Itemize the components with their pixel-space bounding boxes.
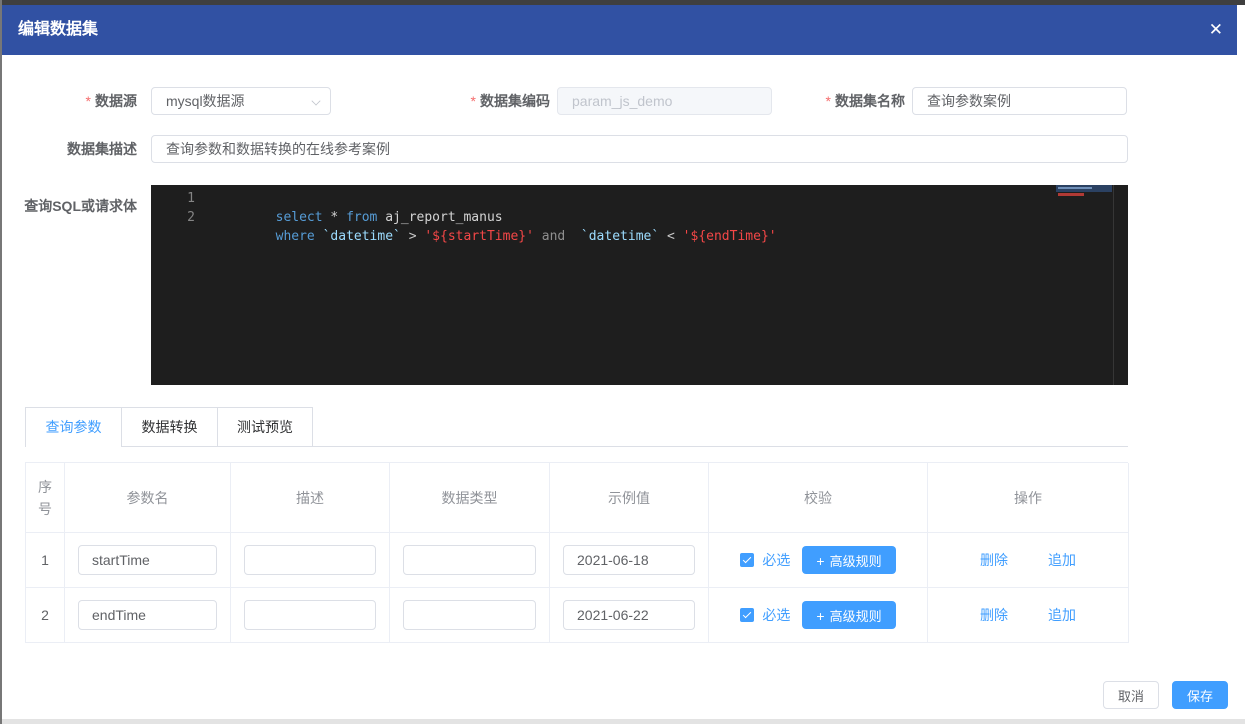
editor-minimap[interactable] xyxy=(1056,185,1112,385)
description-cell xyxy=(231,533,390,588)
append-link[interactable]: 追加 xyxy=(1048,605,1076,625)
required-checkbox-label[interactable]: 必选 xyxy=(762,605,790,625)
save-button[interactable]: 保存 xyxy=(1172,681,1228,709)
required-checkbox[interactable] xyxy=(740,553,754,567)
validation-cell: 必选 +高级规则 xyxy=(709,588,928,643)
actions-cell: 删除 追加 xyxy=(928,588,1129,643)
append-link[interactable]: 追加 xyxy=(1048,550,1076,570)
example-input[interactable] xyxy=(563,545,695,575)
minimap-line-1 xyxy=(1058,187,1092,189)
window-left-edge xyxy=(0,0,2,724)
minimap-line-2 xyxy=(1058,193,1084,196)
dataset-code-field-wrap xyxy=(557,87,772,115)
delete-link[interactable]: 删除 xyxy=(980,605,1008,625)
sql-label: 查询SQL或请求体 xyxy=(0,192,137,220)
delete-link[interactable]: 删除 xyxy=(980,550,1008,570)
required-checkbox[interactable] xyxy=(740,608,754,622)
col-header-description: 描述 xyxy=(231,463,390,533)
params-table: 序号 参数名 描述 数据类型 示例值 校验 操作 1 必选 +高级规则 删除 追… xyxy=(25,462,1128,643)
description-input[interactable] xyxy=(244,545,376,575)
required-asterisk: * xyxy=(826,93,831,109)
edit-dataset-dialog: 编辑数据集 ✕ *数据源 *数据集编码 *数据集名称 数据集描述 查询SQL或请… xyxy=(0,0,1245,724)
tab-bar: 查询参数 数据转换 测试预览 xyxy=(25,407,313,447)
code-lines: 1select * from aj_report_manus 2where `d… xyxy=(151,189,1048,227)
col-header-example: 示例值 xyxy=(550,463,709,533)
col-header-index: 序号 xyxy=(26,463,65,533)
close-icon[interactable]: ✕ xyxy=(1209,5,1223,55)
dialog-title: 编辑数据集 xyxy=(18,5,98,55)
plus-icon: + xyxy=(816,553,824,569)
tab-query-params[interactable]: 查询参数 xyxy=(25,407,121,447)
tab-data-transform[interactable]: 数据转换 xyxy=(121,407,217,446)
row-index: 2 xyxy=(26,588,65,643)
col-header-param-name: 参数名 xyxy=(65,463,231,533)
dataset-name-field-wrap xyxy=(912,87,1127,115)
description-input[interactable] xyxy=(244,600,376,630)
required-checkbox-label[interactable]: 必选 xyxy=(762,550,790,570)
data-type-input[interactable] xyxy=(403,600,536,630)
sql-code-editor[interactable]: 1select * from aj_report_manus 2where `d… xyxy=(151,185,1128,385)
datasource-select[interactable] xyxy=(151,87,331,115)
dataset-desc-field-wrap xyxy=(151,135,1128,163)
dataset-code-label: *数据集编码 xyxy=(400,87,550,115)
editor-scrollbar[interactable] xyxy=(1113,185,1128,385)
dataset-desc-label: 数据集描述 xyxy=(0,135,137,163)
param-name-cell xyxy=(65,533,231,588)
row-index: 1 xyxy=(26,533,65,588)
col-header-actions: 操作 xyxy=(928,463,1129,533)
line-number: 2 xyxy=(151,208,195,227)
col-header-data-type: 数据类型 xyxy=(390,463,550,533)
col-header-validation: 校验 xyxy=(709,463,928,533)
datasource-select-input[interactable] xyxy=(151,87,331,115)
dialog-header: 编辑数据集 ✕ xyxy=(2,5,1237,55)
example-cell xyxy=(550,533,709,588)
description-cell xyxy=(231,588,390,643)
line-number: 1 xyxy=(151,189,195,208)
validation-cell: 必选 +高级规则 xyxy=(709,533,928,588)
actions-cell: 删除 追加 xyxy=(928,533,1129,588)
param-name-cell xyxy=(65,588,231,643)
datasource-label: *数据源 xyxy=(0,87,137,115)
code-line-2: 2where `datetime` > '${startTime}' and `… xyxy=(151,208,1048,227)
code-line-1: 1select * from aj_report_manus xyxy=(151,189,1048,208)
plus-icon: + xyxy=(816,608,824,624)
dataset-name-label: *数据集名称 xyxy=(755,87,905,115)
param-name-input[interactable] xyxy=(78,600,217,630)
dataset-code-field xyxy=(557,87,772,115)
data-type-input[interactable] xyxy=(403,545,536,575)
data-type-cell xyxy=(390,588,550,643)
advanced-rule-button[interactable]: +高级规则 xyxy=(802,546,895,574)
dataset-desc-field[interactable] xyxy=(151,135,1128,163)
required-asterisk: * xyxy=(471,93,476,109)
tab-test-preview[interactable]: 测试预览 xyxy=(217,407,313,446)
required-asterisk: * xyxy=(86,93,91,109)
example-input[interactable] xyxy=(563,600,695,630)
dataset-name-field[interactable] xyxy=(912,87,1127,115)
window-bottom-edge xyxy=(0,719,1245,724)
param-name-input[interactable] xyxy=(78,545,217,575)
advanced-rule-button[interactable]: +高级规则 xyxy=(802,601,895,629)
example-cell xyxy=(550,588,709,643)
cancel-button[interactable]: 取消 xyxy=(1103,681,1159,709)
data-type-cell xyxy=(390,533,550,588)
